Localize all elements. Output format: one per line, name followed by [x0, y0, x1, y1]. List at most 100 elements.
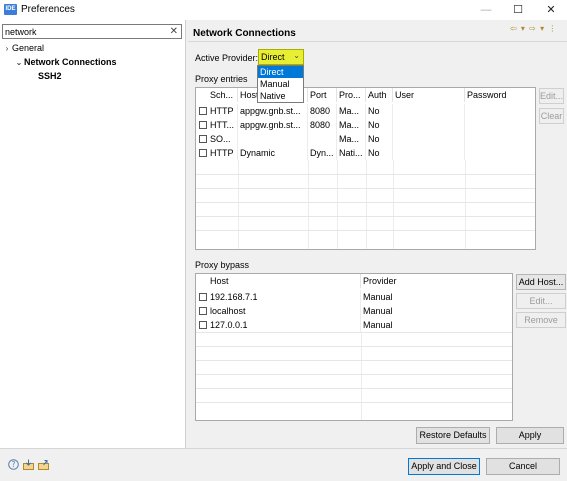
row-checkbox[interactable]: [199, 135, 207, 143]
cell-host: Dynamic: [238, 146, 308, 160]
cell-provider: Ma...: [337, 104, 366, 118]
proxy-entries-label: Proxy entries: [195, 74, 248, 84]
column-header-port[interactable]: Port: [308, 88, 337, 102]
tree-item-network-connections[interactable]: ⌄ Network Connections: [14, 57, 117, 67]
active-provider-label: Active Provider:: [195, 53, 259, 63]
help-icon[interactable]: ?: [8, 459, 19, 473]
proxy-entries-table[interactable]: Sch... Host Port Pro... Auth User Passwo…: [195, 87, 536, 250]
svg-text:?: ?: [12, 460, 16, 469]
provider-dropdown-list: Direct Manual Native: [257, 65, 304, 103]
remove-host-button[interactable]: Remove: [516, 312, 566, 328]
column-header-provider[interactable]: Provider: [361, 274, 512, 288]
apply-button[interactable]: Apply: [496, 427, 564, 444]
provider-option-direct[interactable]: Direct: [258, 66, 303, 78]
cell-scheme: HTTP: [208, 104, 238, 118]
cell-host: 192.168.7.1: [208, 290, 361, 304]
cell-host: [238, 132, 308, 146]
proxy-bypass-label: Proxy bypass: [195, 260, 250, 270]
tree-item-label: General: [12, 43, 45, 53]
tree-item-general[interactable]: › General: [2, 43, 44, 53]
app-icon: IDE: [4, 4, 17, 15]
cell-provider: Manual: [363, 306, 393, 316]
filter-field[interactable]: ✕: [2, 24, 182, 39]
close-button[interactable]: ✕: [535, 0, 567, 20]
cell-host: localhost: [208, 304, 361, 318]
minimize-button[interactable]: —: [470, 0, 502, 20]
table-row[interactable]: localhost Manual: [196, 304, 512, 318]
edit-proxy-entry-button[interactable]: Edit...: [539, 88, 564, 104]
edit-host-button[interactable]: Edit...: [516, 293, 566, 309]
tree-item-label: Network Connections: [24, 57, 117, 67]
preferences-tree-pane: [0, 20, 186, 448]
row-checkbox[interactable]: [199, 293, 207, 301]
row-checkbox[interactable]: [199, 121, 207, 129]
cancel-button[interactable]: Cancel: [486, 458, 560, 475]
column-header-auth[interactable]: Auth: [366, 88, 393, 102]
cell-auth: No: [366, 132, 393, 146]
add-host-button[interactable]: Add Host...: [516, 274, 566, 290]
cell-provider: Ma...: [337, 132, 366, 146]
column-header-user[interactable]: User: [393, 88, 465, 102]
cell-host: appgw.gnb.st...: [238, 104, 308, 118]
active-provider-value: Direct: [261, 52, 285, 62]
page-title: Network Connections: [193, 28, 296, 39]
active-provider-select[interactable]: Direct ⌄: [258, 49, 304, 65]
cell-host: appgw.gnb.st...: [238, 118, 308, 132]
provider-option-native[interactable]: Native: [258, 90, 303, 102]
maximize-button[interactable]: ☐: [502, 0, 534, 20]
chevron-right-icon[interactable]: ›: [2, 44, 12, 53]
chevron-down-icon: ⌄: [293, 51, 300, 60]
cell-user: [393, 132, 465, 146]
window-title: Preferences: [21, 4, 75, 15]
row-checkbox[interactable]: [199, 149, 207, 157]
cell-port: 8080: [308, 104, 337, 118]
table-row[interactable]: SO... Ma... No: [196, 132, 535, 146]
cell-port: Dyn...: [308, 146, 337, 160]
export-icon[interactable]: [38, 459, 50, 473]
proxy-bypass-table[interactable]: Host Provider 192.168.7.1 Manual localho…: [195, 273, 513, 421]
cell-scheme: SO...: [208, 132, 238, 146]
cell-provider: Nati...: [337, 146, 366, 160]
table-row[interactable]: HTT... appgw.gnb.st... 8080 Ma... No: [196, 118, 535, 132]
chevron-down-icon[interactable]: ⌄: [14, 58, 24, 67]
empty-rows: [196, 332, 512, 420]
row-checkbox[interactable]: [199, 307, 207, 315]
cell-auth: No: [366, 104, 393, 118]
cell-user: [393, 118, 465, 132]
navigation-arrows-icon[interactable]: ⇦ ▾ ⇨ ▾ ⋮: [510, 24, 557, 33]
column-header-provider[interactable]: Pro...: [337, 88, 366, 102]
table-row[interactable]: 127.0.0.1 Manual: [196, 318, 512, 332]
cell-user: [393, 104, 465, 118]
import-icon[interactable]: [23, 459, 35, 473]
table-row[interactable]: HTTP Dynamic Dyn... Nati... No: [196, 146, 535, 160]
provider-option-manual[interactable]: Manual: [258, 78, 303, 90]
cell-port: 8080: [308, 118, 337, 132]
tree-item-ssh2[interactable]: SSH2: [38, 71, 62, 81]
cell-port: [308, 132, 337, 146]
column-header-host[interactable]: Host: [208, 274, 361, 288]
empty-rows: [196, 160, 535, 249]
divider: [188, 41, 567, 42]
row-checkbox[interactable]: [199, 107, 207, 115]
cell-host: 127.0.0.1: [208, 318, 361, 332]
cell-scheme: HTTP: [208, 146, 238, 160]
cell-auth: No: [366, 146, 393, 160]
cell-provider: Manual: [363, 320, 393, 330]
clear-filter-icon[interactable]: ✕: [170, 25, 178, 38]
divider: [0, 448, 567, 449]
column-header-password[interactable]: Password: [465, 88, 537, 102]
apply-and-close-button[interactable]: Apply and Close: [408, 458, 480, 475]
column-header-scheme[interactable]: Sch...: [208, 88, 238, 102]
cell-provider: Manual: [363, 292, 393, 302]
table-row[interactable]: HTTP appgw.gnb.st... 8080 Ma... No: [196, 104, 535, 118]
filter-input[interactable]: [5, 25, 165, 38]
cell-auth: No: [366, 118, 393, 132]
table-row[interactable]: 192.168.7.1 Manual: [196, 290, 512, 304]
tree-item-label: SSH2: [38, 71, 62, 81]
cell-provider: Ma...: [337, 118, 366, 132]
clear-proxy-entry-button[interactable]: Clear: [539, 108, 564, 124]
restore-defaults-button[interactable]: Restore Defaults: [416, 427, 490, 444]
row-checkbox[interactable]: [199, 321, 207, 329]
cell-user: [393, 146, 465, 160]
cell-scheme: HTT...: [208, 118, 238, 132]
